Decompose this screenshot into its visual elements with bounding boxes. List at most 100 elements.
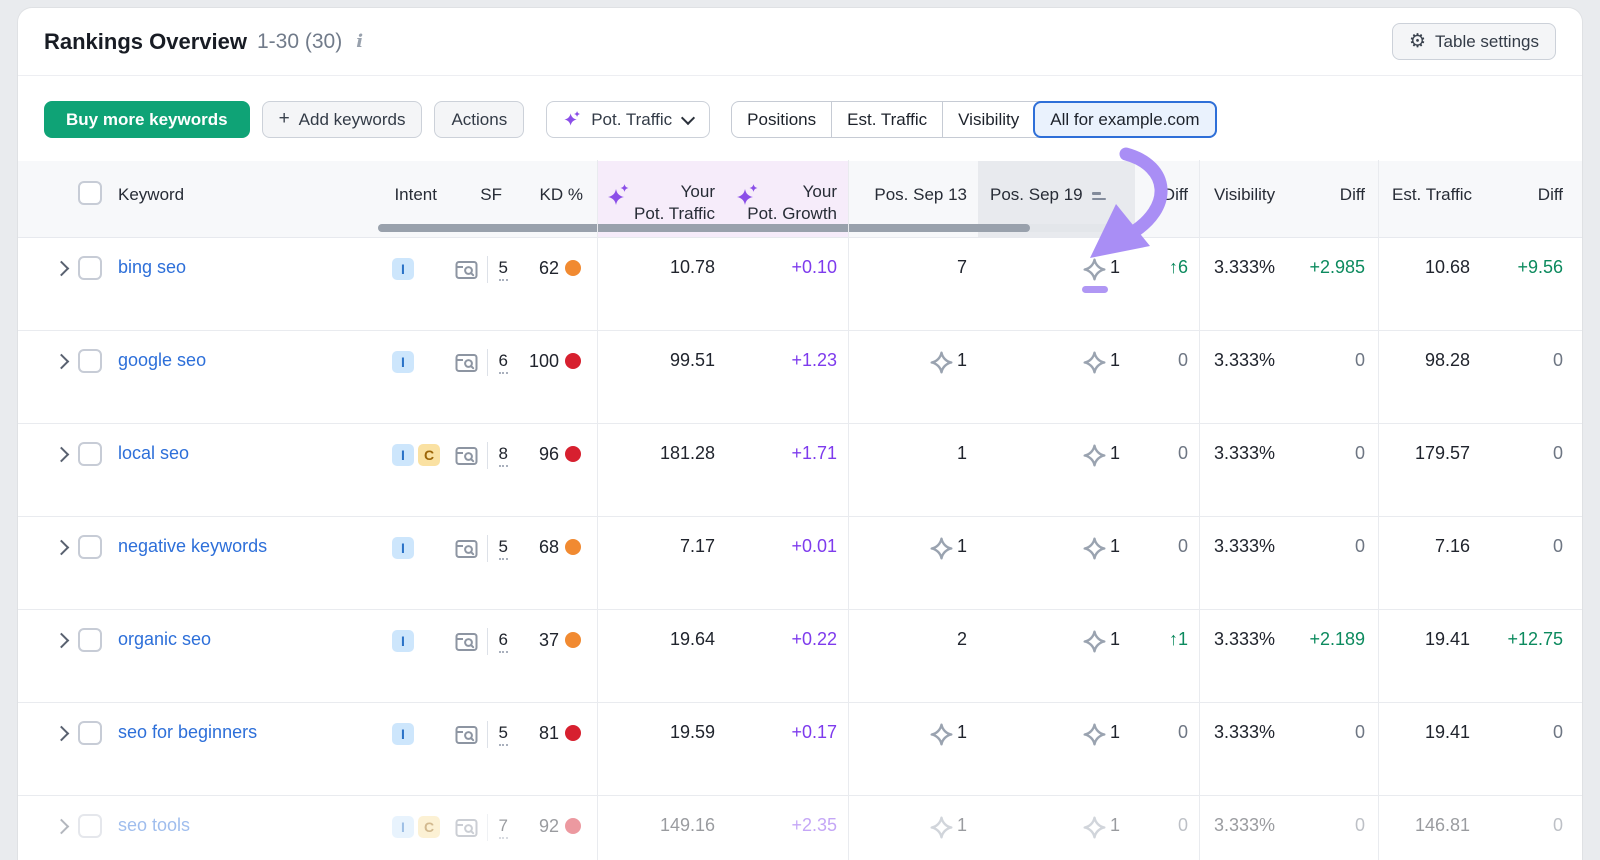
pos-sep13-cell: 1: [848, 517, 978, 609]
column-header-keyword[interactable]: Keyword: [114, 161, 380, 225]
keyword-cell: local seo: [114, 424, 380, 516]
select-all-checkbox[interactable]: [78, 181, 102, 205]
info-icon[interactable]: i: [356, 31, 363, 52]
table-settings-label: Table settings: [1435, 32, 1539, 52]
column-header-pot-growth[interactable]: Your Pot. Growth: [726, 161, 848, 225]
gear-icon: ⚙: [1409, 32, 1426, 51]
segment-est-traffic[interactable]: Est. Traffic: [831, 102, 942, 137]
serp-features-icon[interactable]: [454, 817, 479, 840]
column-header-pot-traffic[interactable]: Your Pot. Traffic: [597, 161, 726, 225]
row-checkbox[interactable]: [78, 535, 102, 559]
row-checkbox[interactable]: [78, 814, 102, 838]
intent-cell: I: [380, 238, 445, 330]
sf-count[interactable]: 5: [499, 537, 508, 560]
row-checkbox[interactable]: [78, 442, 102, 466]
sf-count[interactable]: 6: [499, 351, 508, 374]
header-pos-sep19-label: Pos. Sep 19: [990, 185, 1083, 205]
column-header-visibility[interactable]: Visibility: [1199, 161, 1290, 225]
pos-sep19-cell: 1: [978, 424, 1135, 516]
sf-cell: 5: [487, 238, 518, 330]
segment-visibility[interactable]: Visibility: [942, 102, 1034, 137]
add-keywords-button[interactable]: + Add keywords: [262, 101, 423, 138]
column-header-pos-sep19[interactable]: Pos. Sep 19: [978, 161, 1135, 225]
column-header-visibility-diff[interactable]: Diff: [1290, 161, 1378, 225]
sf-count[interactable]: 7: [499, 816, 508, 839]
chevron-right-icon[interactable]: [53, 354, 69, 370]
table-settings-button[interactable]: ⚙ Table settings: [1392, 23, 1556, 60]
header-checkbox-cell: [78, 161, 114, 225]
column-header-kd[interactable]: KD %: [518, 161, 597, 225]
actions-button[interactable]: Actions: [434, 101, 524, 138]
keyword-link[interactable]: organic seo: [118, 629, 211, 650]
table-row: bing seo I 5 62 10.78 +0.10 7 1 ↑6 3.333…: [18, 238, 1582, 331]
sf-count[interactable]: 5: [499, 723, 508, 746]
sf-cell: 8: [487, 424, 518, 516]
table-row: local seo IC 8 96 181.28 +1.71 1 1 0 3.3…: [18, 424, 1582, 517]
metric-dropdown[interactable]: Pot. Traffic: [546, 101, 710, 138]
serp-features-icon[interactable]: [454, 724, 479, 747]
chevron-right-icon[interactable]: [53, 726, 69, 742]
column-header-est-traffic-diff[interactable]: Diff: [1490, 161, 1582, 225]
pot-traffic-value: 99.51: [597, 331, 726, 423]
pot-growth-value: +1.71: [726, 424, 848, 516]
sf-cell: 5: [487, 517, 518, 609]
pos-sep19-value: 1: [1110, 629, 1120, 650]
serp-features-icon[interactable]: [454, 538, 479, 561]
column-header-pos-sep13[interactable]: Pos. Sep 13: [848, 161, 978, 225]
pot-traffic-value: 181.28: [597, 424, 726, 516]
ai-overview-icon: [1082, 350, 1107, 375]
serp-features-cell: [445, 796, 487, 860]
column-header-sf[interactable]: SF: [487, 161, 518, 225]
visibility-value: 3.333%: [1199, 331, 1290, 423]
header-pot-traffic-line1: Your: [681, 181, 715, 203]
keyword-link[interactable]: seo tools: [118, 815, 190, 836]
serp-features-cell: [445, 703, 487, 795]
chevron-right-icon[interactable]: [53, 819, 69, 835]
pot-growth-value: +0.10: [726, 238, 848, 330]
pot-growth-value: +0.01: [726, 517, 848, 609]
sf-count[interactable]: 6: [499, 630, 508, 653]
buy-more-keywords-button[interactable]: Buy more keywords: [44, 101, 250, 138]
chevron-right-icon[interactable]: [53, 633, 69, 649]
ai-overview-icon: [929, 536, 954, 561]
pos-sep19-value: 1: [1110, 536, 1120, 557]
row-checkbox[interactable]: [78, 628, 102, 652]
row-checkbox[interactable]: [78, 256, 102, 280]
rankings-overview-panel: Rankings Overview 1-30 (30) i ⚙ Table se…: [18, 8, 1582, 860]
row-checkbox[interactable]: [78, 349, 102, 373]
keyword-link[interactable]: bing seo: [118, 257, 186, 278]
serp-features-icon[interactable]: [454, 259, 479, 282]
chevron-right-icon[interactable]: [53, 261, 69, 277]
column-header-intent[interactable]: Intent: [380, 161, 445, 225]
view-segmented-control: PositionsEst. TrafficVisibilityAll for e…: [731, 101, 1216, 138]
ai-overview-icon: [929, 350, 954, 375]
pos-sep13-cell: 1: [848, 703, 978, 795]
keyword-link[interactable]: google seo: [118, 350, 206, 371]
column-header-pos-diff[interactable]: Diff: [1135, 161, 1199, 225]
sf-count[interactable]: 8: [499, 444, 508, 467]
segment-positions[interactable]: Positions: [732, 102, 831, 137]
sf-cell: 5: [487, 703, 518, 795]
column-header-est-traffic[interactable]: Est. Traffic: [1378, 161, 1490, 225]
table-body: bing seo I 5 62 10.78 +0.10 7 1 ↑6 3.333…: [18, 238, 1582, 860]
chevron-right-icon[interactable]: [53, 447, 69, 463]
segment-all-for-example-com[interactable]: All for example.com: [1033, 101, 1216, 138]
kd-value: 100: [529, 351, 559, 372]
horizontal-scrollbar-thumb[interactable]: [378, 224, 1030, 232]
sparkles-icon: [563, 110, 582, 129]
serp-features-icon[interactable]: [454, 631, 479, 654]
serp-features-icon[interactable]: [454, 445, 479, 468]
keyword-link[interactable]: seo for beginners: [118, 722, 257, 743]
serp-features-icon[interactable]: [454, 352, 479, 375]
sf-count[interactable]: 5: [499, 258, 508, 281]
pos-diff-value: ↑6: [1135, 238, 1199, 330]
kd-difficulty-dot: [565, 446, 581, 462]
keyword-link[interactable]: local seo: [118, 443, 189, 464]
chevron-right-icon[interactable]: [53, 540, 69, 556]
ai-overview-icon: [1082, 443, 1107, 468]
checkbox-cell: [78, 331, 114, 423]
row-checkbox[interactable]: [78, 721, 102, 745]
serp-features-cell: [445, 331, 487, 423]
pos-diff-value: 0: [1135, 517, 1199, 609]
keyword-link[interactable]: negative keywords: [118, 536, 267, 557]
